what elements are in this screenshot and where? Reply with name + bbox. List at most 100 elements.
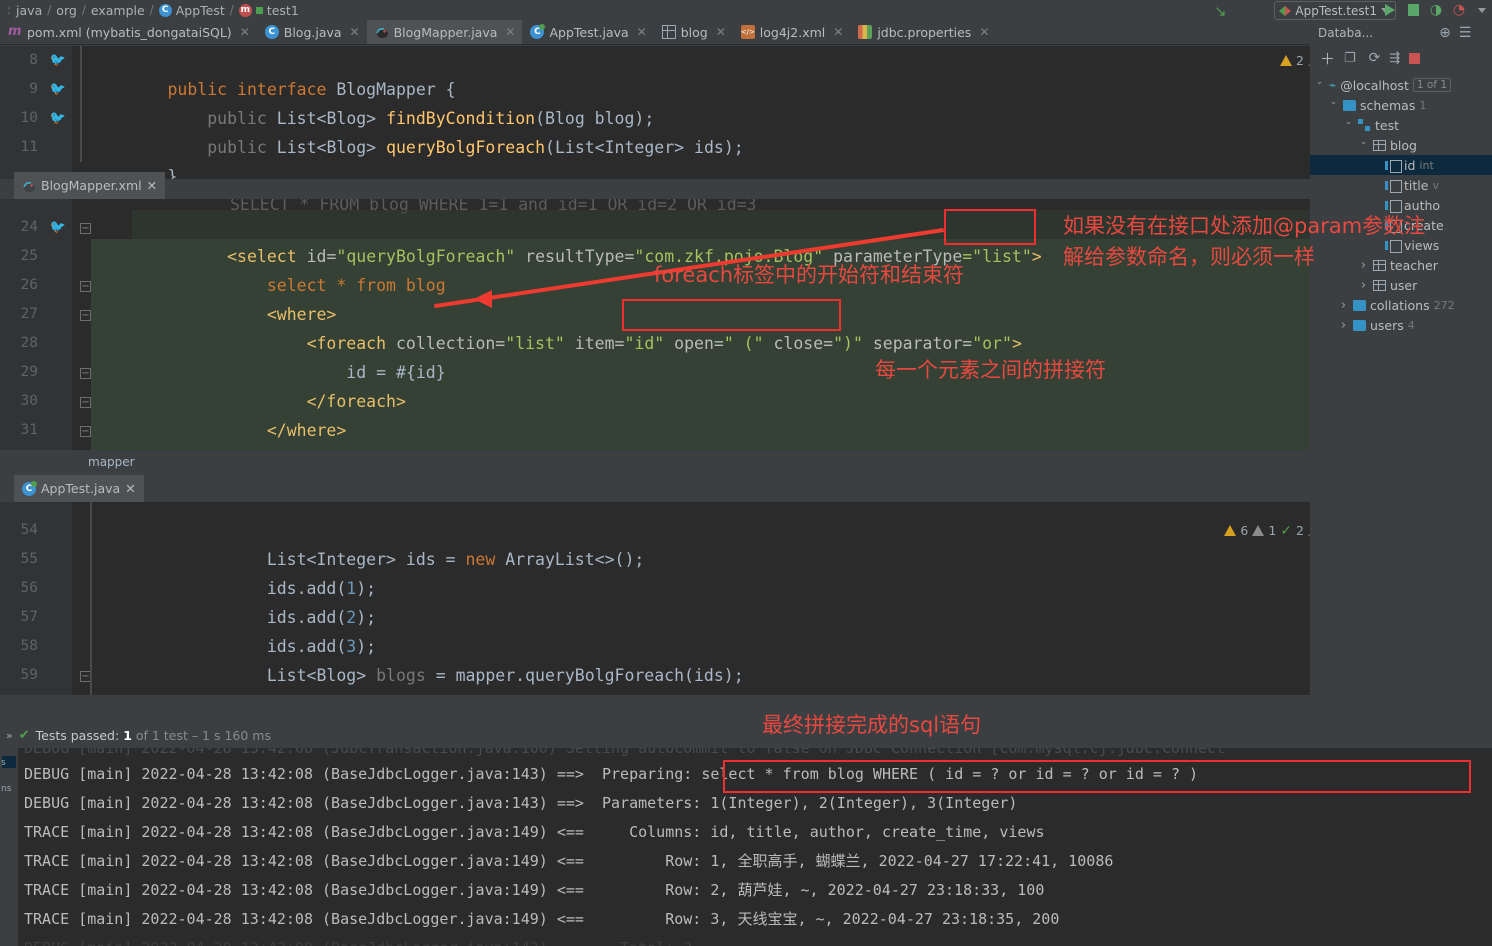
expand-icon[interactable]: » [6, 729, 13, 742]
tab-jdbc-properties[interactable]: jdbc.properties ✕ [850, 20, 996, 44]
tab-blogmapper-java[interactable]: BlogMapper.java ✕ [366, 20, 523, 44]
run-coverage-button[interactable]: ◑ [1428, 2, 1444, 18]
db-node-collations[interactable]: collations 272 [1310, 295, 1492, 315]
code-token: { [435, 80, 456, 99]
code-token: separator= [872, 334, 973, 353]
tab-apptest-java[interactable]: C AppTest.java ✕ [522, 20, 653, 44]
copy-icon[interactable]: ❐ [1344, 51, 1356, 66]
profile-button[interactable]: ◔ [1451, 2, 1467, 18]
breadcrumb-item-java[interactable]: java [14, 3, 44, 18]
breadcrumb-label: AppTest [175, 2, 225, 18]
refresh-icon[interactable]: ⟳ [1369, 50, 1381, 66]
close-icon[interactable]: ✕ [833, 25, 843, 39]
db-node-column-id[interactable]: id int [1310, 155, 1492, 175]
back-arrow-icon[interactable]: ↘ [1214, 2, 1227, 20]
tab-blog-table[interactable]: blog ✕ [654, 20, 733, 44]
chevron-down-icon[interactable] [1314, 80, 1325, 90]
console-line: TRACE [main] 2022-04-28 13:42:08 (BaseJd… [0, 876, 1492, 905]
close-icon[interactable]: ✕ [979, 25, 989, 39]
console-output[interactable]: DEBUG [main] 2022-04-28 13:42:08 (JdbcTr… [0, 748, 1492, 946]
code-token: "list" [505, 334, 575, 353]
db-node-column-author[interactable]: autho [1310, 195, 1492, 215]
test-status-bar: » ✔ Tests passed: 1 of 1 test – 1 s 160 … [0, 722, 1492, 748]
editor-code-area[interactable]: List<Integer> ids = new ArrayList<>(); i… [0, 502, 1342, 695]
tab-apptest-java-split[interactable]: C AppTest.java ✕ [14, 475, 144, 502]
log-source: (BaseJdbcLogger.java:149) [322, 881, 548, 899]
panel-divider[interactable] [0, 695, 1492, 698]
xml-breadcrumb-strip: mapper [0, 450, 1342, 475]
chevron-down-icon[interactable] [1358, 140, 1369, 150]
code-line-59: } [88, 661, 237, 690]
breadcrumb-item-example[interactable]: example [89, 3, 147, 18]
close-icon[interactable]: ✕ [125, 481, 135, 496]
db-node-column-views[interactable]: views [1310, 235, 1492, 255]
db-node-user[interactable]: user [1310, 275, 1492, 295]
editor-blogmapper-xml[interactable]: SELECT * FROM blog WHERE 1=1 and id=1 OR… [0, 199, 1342, 475]
editor-code-area[interactable]: <select id="queryBolgForeach" resultType… [0, 199, 1342, 475]
log-timestamp: 2022-04-28 13:42:08 [141, 794, 313, 812]
chevron-right-icon[interactable] [1338, 298, 1349, 313]
breadcrumb-item-test1[interactable]: m test1 [237, 3, 301, 18]
debug-button[interactable] [1405, 2, 1421, 18]
close-icon[interactable]: ✕ [637, 25, 647, 39]
database-tree[interactable]: ⌁ @localhost 1 of 1 schemas 1 test blog [1310, 71, 1492, 335]
close-icon[interactable]: ✕ [240, 25, 250, 39]
code-line-28: id = #{id} [88, 329, 445, 382]
db-node-localhost[interactable]: ⌁ @localhost 1 of 1 [1310, 75, 1492, 95]
mybatis-gutter-icon[interactable]: 🐦 [50, 75, 66, 104]
chevron-right-icon[interactable] [1358, 278, 1369, 293]
tab-blog-java[interactable]: C Blog.java ✕ [257, 20, 367, 44]
log-timestamp: 2022-04-28 13:42:08 [141, 823, 313, 841]
warning-icon [1280, 55, 1293, 66]
db-node-users[interactable]: users 4 [1310, 315, 1492, 335]
breadcrumb-item-org[interactable]: org [54, 3, 79, 18]
tab-pom-xml[interactable]: m pom.xml (mybatis_dongataiSQL) ✕ [0, 20, 257, 44]
database-tool-window: ＋ ❐ ⟳ ⇶ ⌁ @localhost 1 of 1 schemas 1 [1310, 45, 1492, 695]
run-configuration-selector[interactable]: AppTest.test1 [1274, 1, 1396, 20]
mybatis-gutter-icon[interactable]: 🐦 [50, 104, 66, 133]
code-line-56: ids.add(2); [88, 574, 376, 627]
close-icon[interactable]: ✕ [505, 25, 515, 39]
table-icon [661, 25, 676, 39]
db-node-label: @localhost [1340, 77, 1409, 93]
editor-code-area[interactable]: public interface BlogMapper { public Lis… [72, 46, 1342, 179]
database-panel-title: Databa... [1318, 25, 1374, 40]
chevron-down-icon[interactable] [1328, 100, 1339, 110]
log-message: Row: 2, 葫芦娃, ~, 2022-04-27 23:18:33, 100 [602, 881, 1045, 899]
more-run-options[interactable] [1474, 2, 1490, 18]
close-icon[interactable]: ✕ [716, 25, 726, 39]
editor-gutter[interactable]: 8 9 10 11 🐦 🐦 🐦 [0, 46, 72, 179]
chevron-right-icon[interactable] [1338, 318, 1349, 333]
db-node-teacher[interactable]: teacher [1310, 255, 1492, 275]
column-icon [1385, 219, 1402, 233]
editor-apptest-java[interactable]: 54 55 56 57 58 59 − List<Integer> ids = … [0, 502, 1342, 695]
stop-icon[interactable] [1409, 52, 1421, 64]
breadcrumb-item-apptest[interactable]: C AppTest [157, 3, 227, 18]
db-node-blog[interactable]: blog [1310, 135, 1492, 155]
tab-blogmapper-xml[interactable]: BlogMapper.xml ✕ [14, 172, 166, 199]
db-node-column-title[interactable]: title v [1310, 175, 1492, 195]
db-node-schemas[interactable]: schemas 1 [1310, 95, 1492, 115]
breadcrumb-separator: / [149, 3, 154, 17]
db-node-column-create-time[interactable]: create [1310, 215, 1492, 235]
console-line: DEBUG [main] 2022-04-28 13:42:08 (BaseJd… [0, 789, 1492, 818]
menu-icon[interactable]: ☰ [1459, 25, 1472, 41]
close-icon[interactable]: ✕ [147, 178, 157, 193]
run-script-icon[interactable]: ⇶ [1389, 51, 1400, 66]
log-source: (BaseJdbcLogger.java:149) [322, 823, 548, 841]
settings-icon[interactable]: ⊕ [1439, 25, 1451, 41]
close-icon[interactable]: ✕ [350, 25, 360, 39]
line-number: 10 [20, 110, 38, 126]
code-token: "id" [624, 334, 675, 353]
chevron-right-icon[interactable] [1358, 258, 1369, 273]
run-button[interactable] [1382, 2, 1398, 18]
log-timestamp: 2022-04-28 13:42:08 [141, 852, 313, 870]
db-node-test[interactable]: test [1310, 115, 1492, 135]
mybatis-gutter-icon[interactable]: 🐦 [50, 46, 66, 75]
tab-log4j2-xml[interactable]: </> log4j2.xml ✕ [733, 20, 851, 44]
log-timestamp: 2022-04-28 13:42:08 [141, 910, 313, 928]
editor-blogmapper-java[interactable]: 8 9 10 11 🐦 🐦 🐦 public interface BlogMap… [0, 46, 1342, 179]
add-icon[interactable]: ＋ [1320, 48, 1335, 69]
chevron-down-icon[interactable] [1343, 120, 1354, 130]
